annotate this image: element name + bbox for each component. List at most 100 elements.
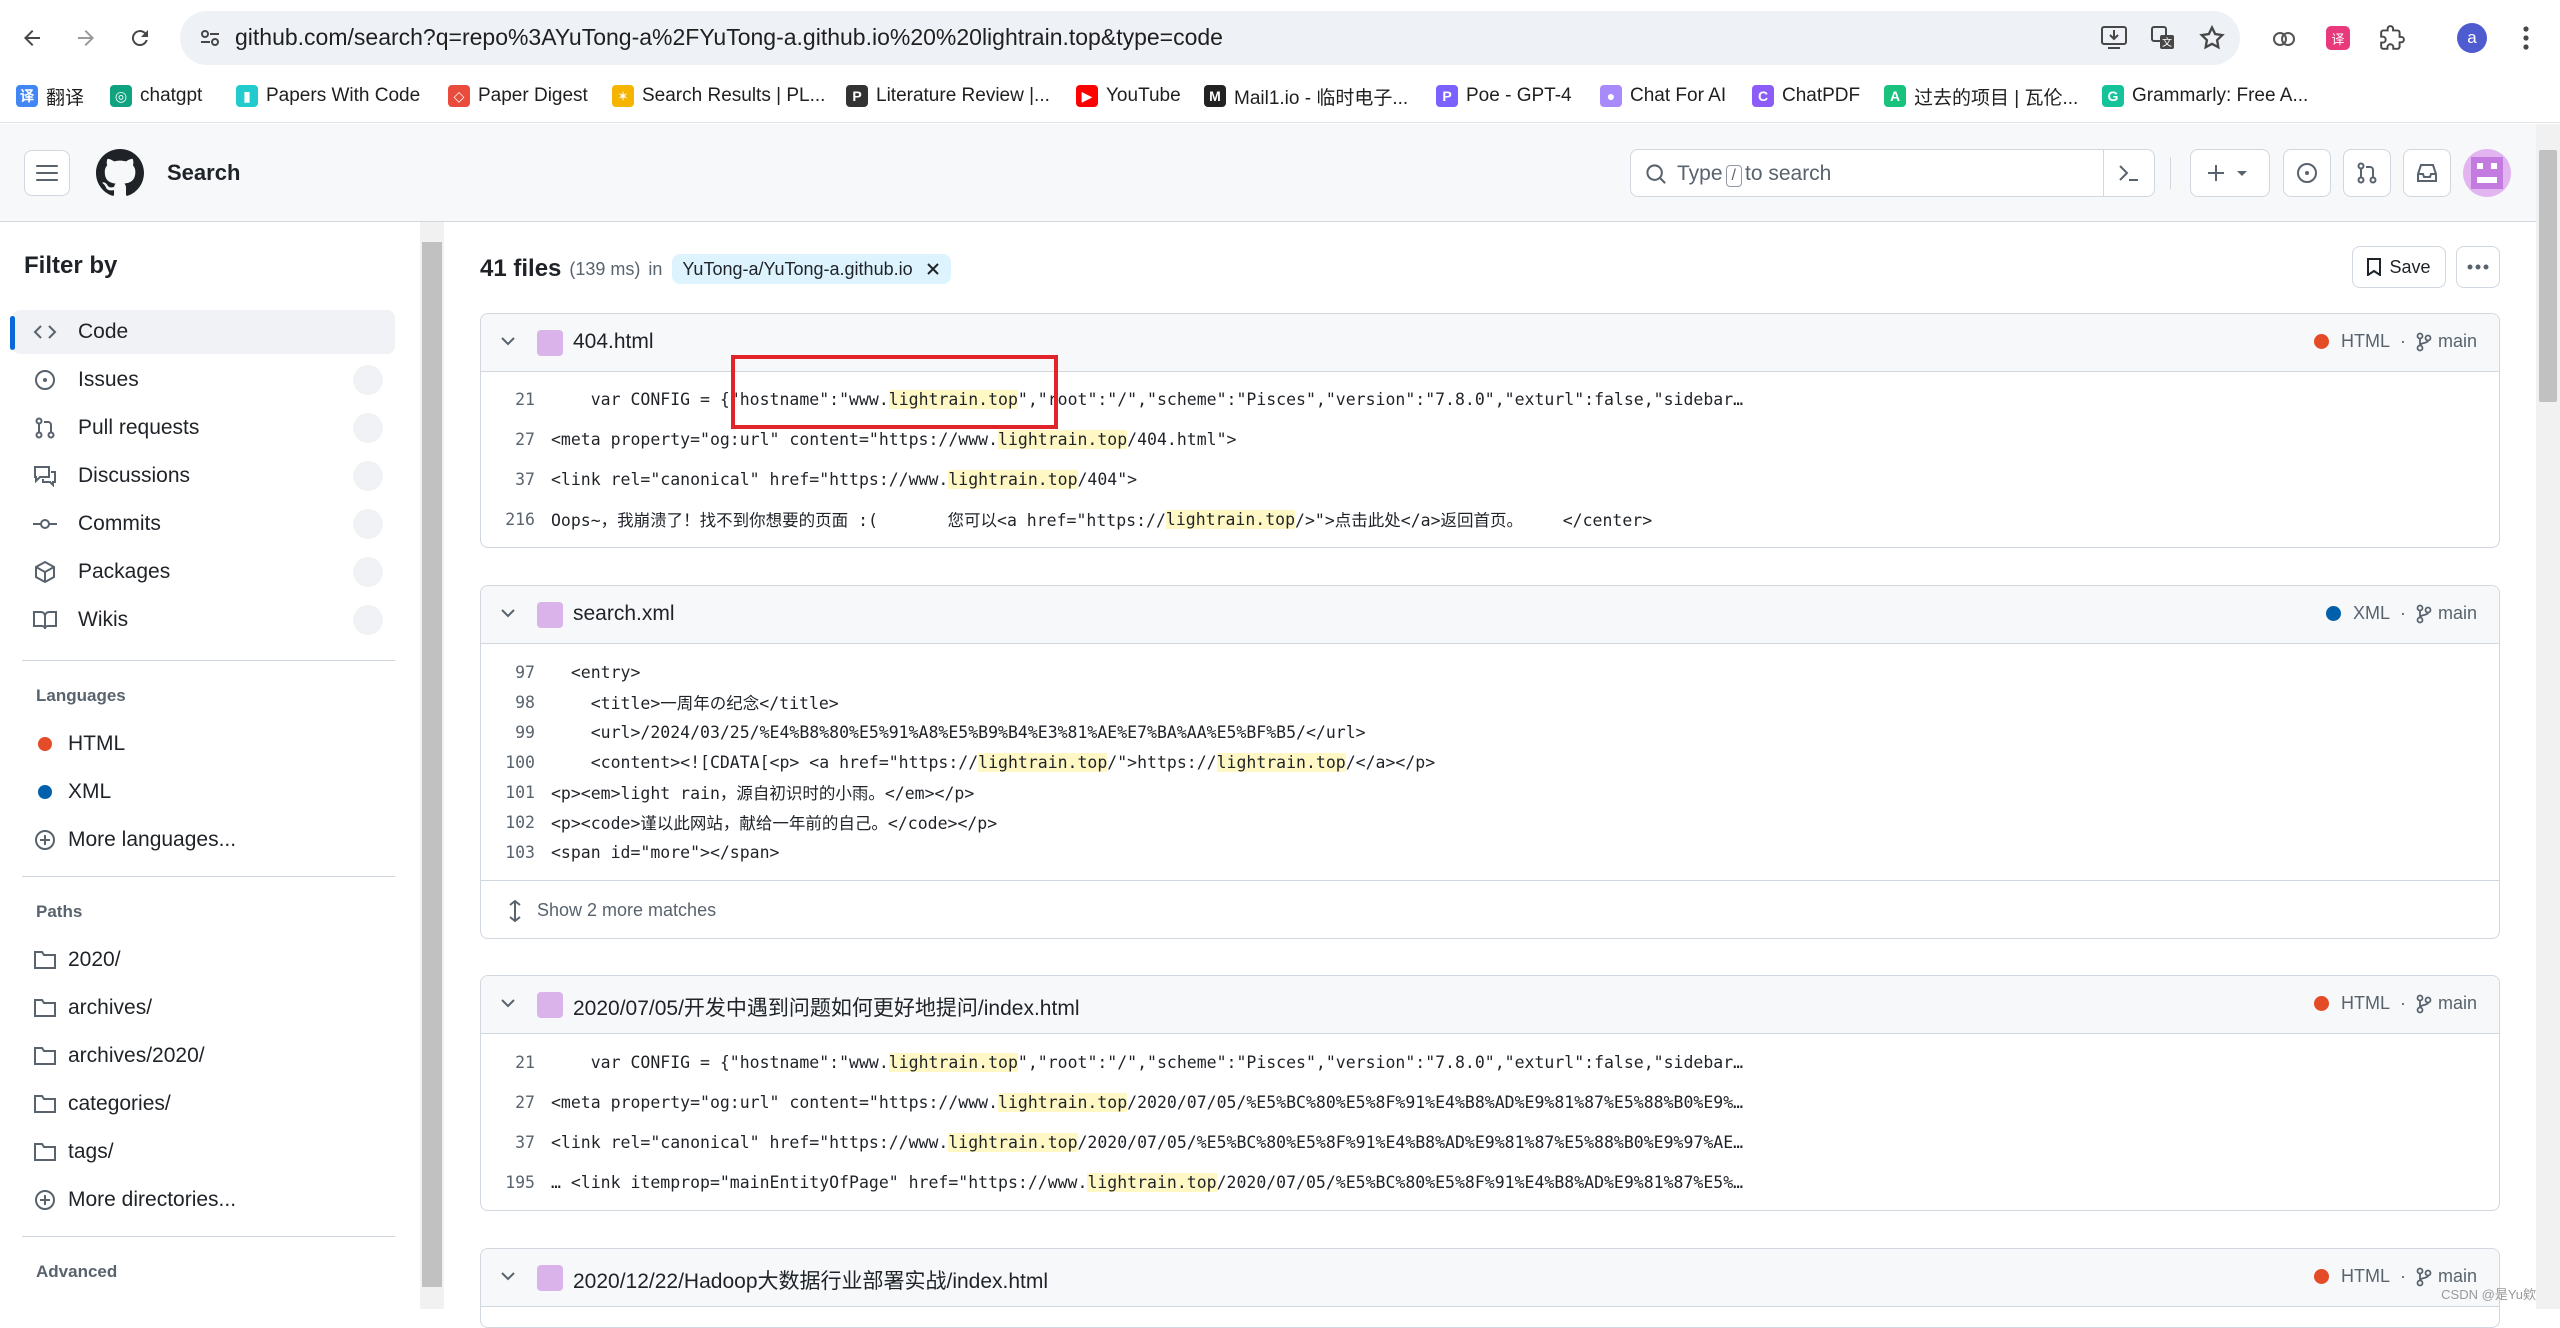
address-bar[interactable]: github.com/search?q=repo%3AYuTong-a%2FYu… bbox=[180, 11, 2240, 65]
repo-avatar bbox=[537, 602, 563, 628]
translate-icon[interactable]: 文 bbox=[2150, 25, 2176, 51]
bookmark-favicon-icon: P bbox=[846, 85, 868, 107]
pull-requests-button[interactable] bbox=[2343, 149, 2391, 197]
github-logo-icon[interactable] bbox=[96, 149, 144, 197]
filter-type-pull-requests[interactable]: Pull requests bbox=[12, 406, 395, 450]
code-line[interactable]: 37 <link rel="canonical" href="https://ww… bbox=[481, 464, 1137, 494]
extension-translate-icon[interactable]: 译 bbox=[2322, 22, 2354, 54]
extensions-puzzle-icon[interactable] bbox=[2376, 22, 2408, 54]
back-button[interactable] bbox=[14, 20, 50, 56]
unfold-icon bbox=[509, 899, 521, 922]
code-line[interactable]: 216 Oops~，我崩溃了！找不到你想要的页面 :( 您可以<a href="h… bbox=[481, 504, 1652, 534]
results-count: 41 files bbox=[480, 255, 562, 282]
filter-type-commits[interactable]: Commits bbox=[12, 502, 395, 546]
filter-language-html[interactable]: HTML bbox=[12, 722, 395, 766]
filter-type-discussions[interactable]: Discussions bbox=[12, 454, 395, 498]
chevron-down-icon[interactable] bbox=[499, 994, 517, 1012]
plus-circle-icon bbox=[32, 827, 58, 853]
more-languages-link[interactable]: More languages... bbox=[12, 818, 395, 862]
command-palette-icon[interactable] bbox=[2117, 162, 2141, 184]
result-header[interactable]: 2020/07/05/开发中遇到问题如何更好地提问/index.html HTM… bbox=[481, 976, 2499, 1034]
bookmark-item[interactable]: ● Chat For AI bbox=[1600, 80, 1726, 112]
results-summary: 41 files (139 ms) in YuTong-a/YuTong-a.g… bbox=[480, 254, 951, 284]
close-icon[interactable] bbox=[925, 261, 941, 277]
bookmark-item[interactable]: 译翻译 bbox=[16, 80, 84, 112]
filter-path-item[interactable]: categories/ bbox=[12, 1082, 395, 1126]
code-line[interactable]: 21 var CONFIG = {"hostname":"www. lightra… bbox=[481, 1047, 1743, 1077]
result-header[interactable]: 2020/12/22/Hadoop大数据行业部署实战/index.html HT… bbox=[481, 1249, 2499, 1307]
reload-button[interactable] bbox=[122, 20, 158, 56]
repo-filter-chip[interactable]: YuTong-a/YuTong-a.github.io bbox=[672, 254, 951, 284]
bookmark-item[interactable]: ✶ Search Results | PL... bbox=[612, 80, 825, 112]
filter-path-item[interactable]: 2020/ bbox=[12, 938, 395, 982]
code-line[interactable]: 37 <link rel="canonical" href="https://ww… bbox=[481, 1127, 1743, 1157]
paths-title: Paths bbox=[36, 902, 83, 921]
code-line[interactable]: 97 <entry> bbox=[481, 657, 640, 687]
bookmark-item[interactable]: C ChatPDF bbox=[1752, 80, 1860, 112]
show-more-matches-button[interactable]: Show 2 more matches bbox=[481, 880, 2499, 938]
more-directories-link[interactable]: More directories... bbox=[12, 1178, 395, 1222]
page-scrollbar-thumb[interactable] bbox=[2539, 150, 2557, 402]
site-info-icon[interactable] bbox=[198, 26, 222, 50]
bookmark-item[interactable]: ▮ Papers With Code bbox=[236, 80, 420, 112]
filter-path-item[interactable]: archives/ bbox=[12, 986, 395, 1030]
install-app-icon[interactable] bbox=[2100, 25, 2128, 51]
bookmark-item[interactable]: ◎ chatgpt bbox=[110, 80, 202, 112]
issues-button[interactable] bbox=[2283, 149, 2331, 197]
code-line[interactable]: 99 <url>/2024/03/25/%E4%B8%80%E5%91%A8%E… bbox=[481, 717, 1365, 747]
filter-type-packages[interactable]: Packages bbox=[12, 550, 395, 594]
file-name-link[interactable]: 2020/07/05/开发中遇到问题如何更好地提问/index.html bbox=[573, 992, 1079, 1022]
filter-path-item[interactable]: archives/2020/ bbox=[12, 1034, 395, 1078]
bookmark-favicon-icon: C bbox=[1752, 85, 1774, 107]
code-line[interactable]: 100 <content><![CDATA[<p> <a href="https… bbox=[481, 747, 1435, 777]
create-new-button[interactable] bbox=[2190, 149, 2270, 197]
browser-menu-icon[interactable] bbox=[2510, 22, 2542, 54]
code-line[interactable]: 101 <p><em>light rain，源自初识时的小雨。</em></p> bbox=[481, 777, 974, 807]
user-avatar[interactable] bbox=[2463, 149, 2511, 197]
bookmark-favicon-icon: ✶ bbox=[612, 85, 634, 107]
bookmark-item[interactable]: ▶ YouTube bbox=[1076, 80, 1181, 112]
bookmark-item[interactable]: A 过去的项目 | 瓦伦... bbox=[1884, 80, 2078, 112]
code-line[interactable]: 27 <meta property="og:url" content="https… bbox=[481, 1087, 1743, 1117]
result-header[interactable]: search.xml XML · main bbox=[481, 586, 2499, 644]
chevron-down-icon[interactable] bbox=[499, 332, 517, 350]
code-line[interactable]: 102 <p><code>谨以此网站，献给一年前的自己。</code></p> bbox=[481, 807, 997, 837]
file-name-link[interactable]: search.xml bbox=[573, 602, 675, 626]
file-name-link[interactable]: 404.html bbox=[573, 330, 654, 354]
extension-cloud-icon[interactable] bbox=[2268, 22, 2300, 54]
code-line[interactable]: 21 var CONFIG = {"hostname":"www. lightra… bbox=[481, 384, 1743, 414]
chevron-down-icon[interactable] bbox=[499, 604, 517, 622]
filter-type-wikis[interactable]: Wikis bbox=[12, 598, 395, 642]
profile-avatar[interactable]: a bbox=[2456, 22, 2488, 54]
bookmark-star-icon[interactable] bbox=[2198, 24, 2226, 52]
bookmark-item[interactable]: P Literature Review |... bbox=[846, 80, 1050, 112]
count-badge bbox=[353, 413, 383, 443]
menu-button[interactable] bbox=[24, 150, 70, 196]
count-badge bbox=[353, 557, 383, 587]
search-input[interactable]: Type / to search bbox=[1630, 149, 2155, 197]
filter-path-item[interactable]: tags/ bbox=[12, 1130, 395, 1174]
search-placeholder: Type / to search bbox=[1677, 162, 1832, 187]
results-time: (139 ms) bbox=[569, 258, 641, 279]
code-line[interactable]: 195… <link itemprop="mainEntityOfPage" h… bbox=[481, 1167, 1743, 1197]
filter-type-code[interactable]: Code bbox=[12, 310, 395, 354]
save-search-button[interactable]: Save bbox=[2352, 246, 2446, 288]
code-line[interactable]: 98 <title>一周年の纪念</title> bbox=[481, 687, 839, 717]
inbox-button[interactable] bbox=[2403, 149, 2451, 197]
more-options-button[interactable] bbox=[2456, 246, 2500, 288]
languages-title: Languages bbox=[36, 686, 126, 705]
language-color-dot bbox=[2325, 606, 2341, 621]
bookmark-item[interactable]: P Poe - GPT-4 bbox=[1436, 80, 1572, 112]
forward-button[interactable] bbox=[68, 20, 104, 56]
url-text: github.com/search?q=repo%3AYuTong-a%2FYu… bbox=[235, 24, 1223, 50]
bookmark-item[interactable]: M Mail1.io - 临时电子... bbox=[1204, 80, 1408, 112]
chevron-down-icon[interactable] bbox=[499, 1267, 517, 1285]
sidebar-scrollbar-thumb[interactable] bbox=[422, 242, 442, 1287]
bookmark-item[interactable]: G Grammarly: Free A... bbox=[2102, 80, 2308, 112]
file-name-link[interactable]: 2020/12/22/Hadoop大数据行业部署实战/index.html bbox=[573, 1265, 1048, 1295]
filter-language-xml[interactable]: XML bbox=[12, 770, 395, 814]
code-line[interactable]: 103 <span id="more"></span> bbox=[481, 837, 779, 867]
bookmark-favicon-icon: P bbox=[1436, 85, 1458, 107]
bookmark-item[interactable]: ◇ Paper Digest bbox=[448, 80, 588, 112]
filter-type-issues[interactable]: Issues bbox=[12, 358, 395, 402]
